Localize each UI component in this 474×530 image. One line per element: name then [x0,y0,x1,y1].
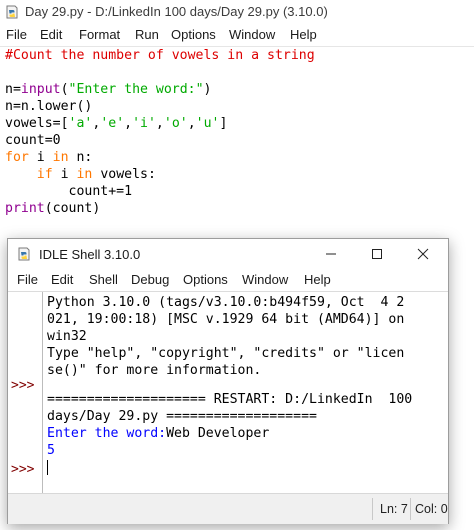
code-string: 'o' [163,116,188,131]
shell-restart-line: days/Day 29.py =================== [47,409,317,424]
vertical-scrollbar[interactable] [435,292,448,493]
shell-menu-bar: File Edit Shell Debug Options Window Hel… [8,270,448,290]
code-token: n: [68,150,93,165]
code-token: i [28,150,53,165]
editor-menu-window[interactable]: Window [229,27,275,42]
prompt-gutter: >>> >>> [8,292,43,493]
code-token: , [155,116,164,131]
shell-output-area[interactable]: >>> >>> Python 3.10.0 (tags/v3.10.0:b494… [8,291,448,493]
close-icon [417,248,429,260]
code-token: vowels: [92,167,156,182]
editor-window-title: Day 29.py - D:/LinkedIn 100 days/Day 29.… [25,4,328,19]
code-token: , [187,116,196,131]
shell-prompt: >>> [11,378,35,393]
shell-line: win32 [47,329,87,344]
shell-prompt: >>> [11,462,35,477]
shell-restart-line: ==================== RESTART: D:/LinkedI… [47,392,413,407]
shell-window-title: IDLE Shell 3.10.0 [39,247,141,262]
editor-menu-edit[interactable]: Edit [40,27,62,42]
status-divider [410,498,411,520]
status-divider [372,498,373,520]
code-builtin: print [5,201,45,216]
shell-line: se()" for more information. [47,363,262,378]
shell-title-bar[interactable]: IDLE Shell 3.10.0 [8,239,448,269]
shell-line: Type "help", "copyright", "credits" or "… [47,346,405,361]
editor-menu-options[interactable]: Options [171,27,216,42]
code-keyword: if [36,167,53,182]
code-token: vowels=[ [5,116,69,131]
user-input-text: Web Developer [166,426,270,441]
code-token: ( [60,82,69,97]
code-line-9: count+=1 [5,184,133,199]
close-button[interactable] [400,239,446,269]
code-keyword: for [5,150,29,165]
status-column-number: Col: 0 [415,502,448,516]
code-line-3: n=input("Enter the word:") [5,81,211,98]
code-line-6: count=0 [5,133,61,148]
code-line-10: print(count) [5,200,100,217]
code-line-8: if i in vowels: [5,166,156,183]
text-cursor [47,460,48,475]
status-line-number: Ln: 7 [380,502,408,516]
shell-menu-file[interactable]: File [17,272,38,287]
python-idle-icon [4,4,20,20]
code-keyword: in [76,167,93,182]
editor-menu-file[interactable]: File [6,27,27,42]
python-idle-icon [16,246,32,262]
code-token: i [52,167,77,182]
shell-menu-debug[interactable]: Debug [131,272,169,287]
code-string: 'u' [195,116,220,131]
shell-menu-window[interactable]: Window [242,272,288,287]
code-line-5: vowels=['a','e','i','o','u'] [5,115,227,132]
editor-menu-help[interactable]: Help [290,27,317,42]
code-string: 'i' [132,116,156,131]
maximize-button[interactable] [354,239,400,269]
code-token: (count) [44,201,101,216]
editor-code-area[interactable]: #Count the number of vowels in a string … [0,46,474,237]
maximize-icon [372,249,382,259]
code-token: ) [203,82,212,97]
code-keyword: in [52,150,69,165]
code-line-1: #Count the number of vowels in a string [5,47,315,64]
program-output-prompt: Enter the word: [47,426,167,441]
code-line-7: for i in n: [5,149,92,166]
minimize-icon [326,253,336,255]
minimize-button[interactable] [308,239,354,269]
shell-input-line: Enter the word:Web Developer [47,425,269,442]
code-line-4: n=n.lower() [5,99,93,114]
shell-line: 021, 19:00:18) [MSC v.1929 64 bit (AMD64… [47,312,405,327]
code-token: ] [219,116,228,131]
code-string: "Enter the word:" [68,82,204,97]
shell-line: Python 3.10.0 (tags/v3.10.0:b494f59, Oct… [47,295,405,310]
program-output-result: 5 [47,443,55,458]
editor-menu-bar: File Edit Format Run Options Window Help [0,25,474,45]
editor-title-bar[interactable]: Day 29.py - D:/LinkedIn 100 days/Day 29.… [0,0,474,24]
editor-menu-run[interactable]: Run [135,27,159,42]
shell-menu-shell[interactable]: Shell [89,272,118,287]
code-builtin: input [20,82,61,97]
code-string: 'a' [68,116,93,131]
shell-menu-options[interactable]: Options [183,272,228,287]
code-token: n= [5,82,21,97]
shell-menu-edit[interactable]: Edit [51,272,73,287]
code-token: , [124,116,133,131]
status-bar: Ln: 7 Col: 0 [8,493,448,524]
idle-shell-window: IDLE Shell 3.10.0 File Edit Shell Debug … [7,238,449,524]
code-string: 'e' [100,116,125,131]
editor-menu-format[interactable]: Format [79,27,120,42]
code-comment: #Count the number of vowels in a string [5,48,315,63]
shell-menu-help[interactable]: Help [304,272,331,287]
